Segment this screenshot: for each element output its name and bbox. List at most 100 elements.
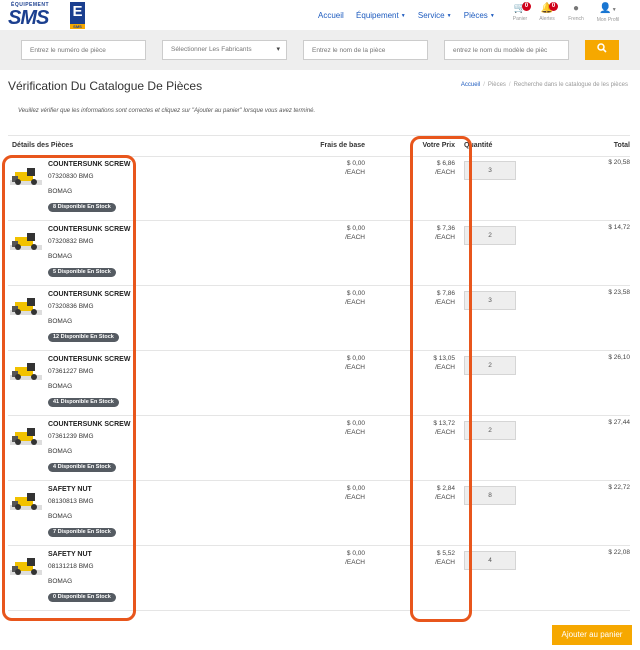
line-total: $ 26,10 [608, 354, 630, 361]
nav-pieces-label: Pièces [463, 11, 488, 20]
language-label: French [568, 16, 584, 22]
alerts-nav-button[interactable]: 🔔 Alertes 0 [532, 2, 562, 23]
your-price-unit: /EACH [435, 429, 455, 436]
caret-down-icon: ▼ [489, 13, 495, 19]
part-number-input[interactable] [21, 40, 146, 60]
breadcrumb-parts[interactable]: Pièces [488, 82, 506, 88]
part-brand: BOMAG [48, 448, 73, 455]
line-total: $ 22,08 [608, 549, 630, 556]
your-price-unit: /EACH [435, 234, 455, 241]
your-price: $ 2,84/EACH [435, 484, 455, 502]
site-logo[interactable]: ÉQUIPEMENT SMS E SMS [8, 2, 86, 30]
profile-nav-button[interactable]: 👤▼ Mon Profil [593, 3, 623, 24]
part-thumbnail[interactable] [10, 490, 42, 512]
user-icon: 👤▼ [599, 3, 617, 14]
your-price: $ 5,52/EACH [435, 549, 455, 567]
add-to-cart-button[interactable]: Ajouter au panier [552, 625, 632, 645]
search-bar: Sélectionner Les Fabricants [0, 30, 640, 70]
stock-badge: 7 Disponible En Stock [48, 528, 116, 537]
manufacturer-select-value: Sélectionner Les Fabricants [171, 46, 252, 53]
page-title: Vérification Du Catalogue De Pièces [8, 79, 203, 93]
your-price-unit: /EACH [435, 559, 455, 566]
your-price-value: $ 6,86 [436, 160, 455, 167]
table-row: COUNTERSUNK SCREW 07320832 BMG BOMAG 5 Disp… [8, 220, 630, 286]
part-name[interactable]: COUNTERSUNK SCREW [48, 291, 130, 298]
base-fee: $ 0,00/EACH [345, 484, 365, 502]
part-name[interactable]: COUNTERSUNK SCREW [48, 421, 130, 428]
your-price-value: $ 7,86 [436, 290, 455, 297]
part-brand: BOMAG [48, 513, 73, 520]
your-price-unit: /EACH [435, 494, 455, 501]
your-price-value: $ 5,52 [436, 550, 455, 557]
instructions-text: Veuillez vérifier que les informations s… [18, 108, 316, 114]
part-name-input[interactable] [303, 40, 428, 60]
part-name[interactable]: SAFETY NUT [48, 486, 92, 493]
search-button[interactable] [585, 40, 619, 60]
quantity-input[interactable]: 2 [464, 421, 516, 440]
quantity-input[interactable]: 4 [464, 551, 516, 570]
base-fee-value: $ 0,00 [346, 225, 365, 232]
part-name[interactable]: SAFETY NUT [48, 551, 92, 558]
cart-label: Panier [512, 16, 528, 22]
cart-count-badge: 0 [522, 2, 531, 11]
base-fee-unit: /EACH [345, 364, 365, 371]
part-name[interactable]: COUNTERSUNK SCREW [48, 226, 130, 233]
base-fee-unit: /EACH [345, 169, 365, 176]
quantity-input[interactable]: 2 [464, 356, 516, 375]
part-thumbnail[interactable] [10, 360, 42, 382]
part-name[interactable]: COUNTERSUNK SCREW [48, 356, 130, 363]
model-name-input[interactable] [444, 40, 569, 60]
part-brand: BOMAG [48, 383, 73, 390]
stock-badge: 41 Disponible En Stock [48, 398, 119, 407]
base-fee-value: $ 0,00 [346, 420, 365, 427]
header-your-price: Votre Prix [422, 142, 455, 149]
part-number: 07361227 BMG [48, 368, 94, 375]
your-price-value: $ 7,36 [436, 225, 455, 232]
part-name[interactable]: COUNTERSUNK SCREW [48, 161, 130, 168]
header-quantity: Quantité [464, 142, 493, 149]
part-brand: BOMAG [48, 188, 73, 195]
part-number: 08130813 BMG [48, 498, 94, 505]
table-header: Détails des Pièces Frais de base Votre P… [8, 135, 630, 157]
part-brand: BOMAG [48, 318, 73, 325]
breadcrumb-home-link[interactable]: Accueil [461, 82, 480, 88]
quantity-input[interactable]: 8 [464, 486, 516, 505]
base-fee-value: $ 0,00 [346, 160, 365, 167]
your-price: $ 7,86/EACH [435, 289, 455, 307]
line-total: $ 14,72 [608, 224, 630, 231]
part-number: 07320832 BMG [48, 238, 94, 245]
part-thumbnail[interactable] [10, 555, 42, 577]
part-thumbnail[interactable] [10, 295, 42, 317]
header-details: Détails des Pièces [12, 142, 74, 149]
quantity-input[interactable]: 2 [464, 226, 516, 245]
table-row: SAFETY NUT 08130813 BMG BOMAG 7 Disponible … [8, 480, 630, 546]
nav-equipement[interactable]: Équipement ▼ [356, 11, 406, 20]
part-thumbnail[interactable] [10, 230, 42, 252]
part-thumbnail[interactable] [10, 165, 42, 187]
language-nav-button[interactable]: ● French [561, 3, 591, 23]
globe-icon: ● [572, 3, 580, 14]
nav-equipement-label: Équipement [356, 11, 399, 20]
nav-pieces[interactable]: Pièces ▼ [464, 11, 495, 20]
cart-nav-button[interactable]: 🛒 Panier 0 [505, 2, 535, 23]
your-price: $ 13,72/EACH [433, 419, 455, 437]
nav-accueil[interactable]: Accueil [318, 11, 344, 20]
base-fee-unit: /EACH [345, 429, 365, 436]
logo-main-text: SMS [8, 7, 49, 29]
quantity-input[interactable]: 3 [464, 291, 516, 310]
table-row: COUNTERSUNK SCREW 07320830 BMG BOMAG 8 Disp… [8, 155, 630, 221]
nav-service[interactable]: Service ▼ [418, 11, 452, 20]
stock-badge: 0 Disponible En Stock [48, 593, 116, 602]
your-price: $ 6,86/EACH [435, 159, 455, 177]
table-row: COUNTERSUNK SCREW 07361239 BMG BOMAG 4 Disp… [8, 415, 630, 481]
alerts-label: Alertes [539, 16, 555, 22]
nav-service-label: Service [417, 11, 445, 20]
quantity-input[interactable]: 3 [464, 161, 516, 180]
alerts-count-badge: 0 [549, 2, 558, 11]
logo-box-text: E [70, 2, 85, 24]
part-thumbnail[interactable] [10, 425, 42, 447]
stock-badge: 12 Disponible En Stock [48, 333, 119, 342]
base-fee: $ 0,00/EACH [345, 549, 365, 567]
nav-accueil-label: Accueil [318, 11, 344, 20]
manufacturer-select[interactable]: Sélectionner Les Fabricants [162, 40, 287, 60]
